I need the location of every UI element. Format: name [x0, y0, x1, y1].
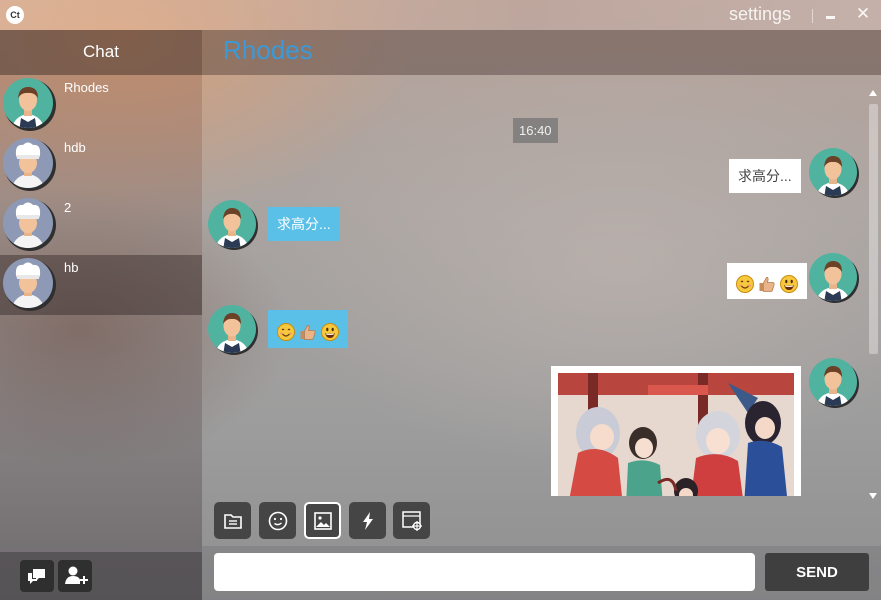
contact-name: 2: [64, 200, 72, 215]
add-user-button[interactable]: [58, 560, 92, 592]
scroll-down-icon[interactable]: [869, 493, 877, 499]
message-bubble-incoming[interactable]: 求高分...: [268, 207, 340, 241]
male-avatar: [809, 148, 859, 198]
chat-window: Ct settings ✕ Chat Rhodes hdb 2 hb Rhode…: [0, 0, 881, 600]
app-logo: Ct: [6, 6, 24, 24]
title-bar[interactable]: Ct settings ✕: [0, 0, 881, 30]
sidebar-title: Chat: [83, 42, 119, 61]
chef-avatar: [3, 198, 56, 251]
send-file-button[interactable]: [214, 502, 251, 539]
messages-scrollbar[interactable]: [866, 88, 881, 500]
contact-item-2[interactable]: 2: [0, 195, 202, 255]
file-icon: [223, 513, 242, 529]
sidebar-footer: [0, 552, 202, 600]
minimize-icon[interactable]: [824, 4, 838, 24]
chat-header: Rhodes: [202, 30, 881, 75]
contact-list: Rhodes hdb 2 hb: [0, 75, 202, 552]
image-icon: [313, 511, 332, 530]
screenshot-icon: [401, 510, 422, 531]
male-avatar: [809, 358, 859, 408]
contact-item-hdb[interactable]: hdb: [0, 135, 202, 195]
contact-name: Rhodes: [64, 80, 109, 95]
time-badge: 16:40: [513, 118, 558, 143]
male-avatar: [809, 253, 859, 303]
smiling-face-icon: [277, 322, 295, 341]
emoji-icon: [268, 511, 287, 530]
grinning-face-icon: [779, 274, 798, 293]
image-message-outgoing[interactable]: [551, 366, 801, 496]
message-list[interactable]: 16:40 求高分... 求高分...: [202, 88, 866, 496]
emoji-message-incoming[interactable]: [268, 310, 348, 348]
add-user-icon: [65, 566, 88, 584]
male-avatar: [208, 200, 258, 250]
contact-name: hb: [64, 260, 79, 275]
screenshot-button[interactable]: [393, 502, 430, 539]
smiling-face-icon: [736, 274, 754, 293]
send-image-button[interactable]: [304, 502, 341, 539]
thumbs-up-icon: [300, 324, 316, 340]
male-avatar: [3, 78, 56, 131]
shake-button[interactable]: [349, 502, 386, 539]
settings-link[interactable]: settings: [729, 4, 791, 25]
grinning-face-icon: [320, 322, 339, 341]
chat-contact-title: Rhodes: [223, 35, 313, 65]
send-button[interactable]: SEND: [765, 553, 869, 591]
chat-bubbles-button[interactable]: [20, 560, 54, 592]
chef-avatar: [3, 138, 56, 191]
sidebar-header: Chat: [0, 30, 202, 75]
shake-icon: [362, 511, 373, 530]
thumbs-up-icon: [759, 276, 775, 292]
emoji-message-outgoing[interactable]: [727, 263, 807, 299]
contact-item-hb[interactable]: hb: [0, 255, 202, 315]
scroll-up-icon[interactable]: [869, 90, 877, 96]
contact-item-rhodes[interactable]: Rhodes: [0, 75, 202, 135]
message-bubble-outgoing[interactable]: 求高分...: [729, 159, 801, 193]
message-input[interactable]: [214, 553, 755, 591]
contact-name: hdb: [64, 140, 86, 155]
scroll-thumb[interactable]: [869, 104, 878, 354]
title-separator: [812, 9, 813, 23]
chat-bubbles-icon: [28, 569, 45, 584]
chef-avatar: [3, 258, 56, 311]
emoji-picker-button[interactable]: [259, 502, 296, 539]
close-icon[interactable]: ✕: [855, 4, 871, 24]
anime-illustration-image: [558, 373, 794, 496]
male-avatar: [208, 305, 258, 355]
